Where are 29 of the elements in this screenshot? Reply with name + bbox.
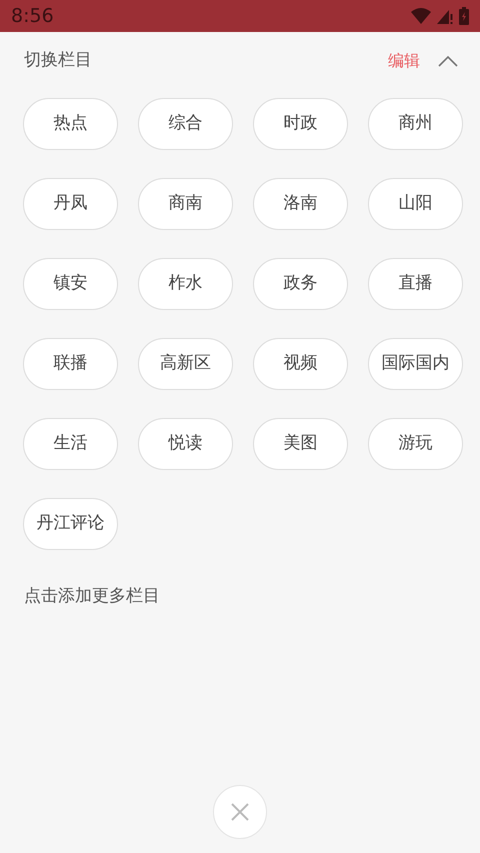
channel-chip[interactable]: 镇安 [23,258,118,310]
channel-chip[interactable]: 联播 [23,338,118,390]
channel-chip[interactable]: 直播 [368,258,463,310]
channel-chip[interactable]: 国际国内 [368,338,463,390]
channel-chip[interactable]: 洛南 [253,178,348,230]
channel-chip[interactable]: 丹江评论 [23,498,118,550]
battery-icon [459,7,469,25]
channel-chip[interactable]: 时政 [253,98,348,150]
close-icon [231,803,249,821]
channel-chip[interactable]: 美图 [253,418,348,470]
channel-chip[interactable]: 商州 [368,98,463,150]
channel-chip[interactable]: 综合 [138,98,233,150]
status-time: 8:56 [11,4,54,29]
collapse-icon[interactable] [438,55,458,67]
add-more-hint[interactable]: 点击添加更多栏目 [24,586,160,606]
channel-chip[interactable]: 高新区 [138,338,233,390]
wifi-icon [411,8,431,24]
channel-chip[interactable]: 山阳 [368,178,463,230]
channel-chip[interactable]: 游玩 [368,418,463,470]
channel-chip[interactable]: 柞水 [138,258,233,310]
signal-icon [437,8,453,24]
channel-chip[interactable]: 视频 [253,338,348,390]
channel-chip[interactable]: 商南 [138,178,233,230]
channel-chip[interactable]: 生活 [23,418,118,470]
channel-chip[interactable]: 丹凤 [23,178,118,230]
section-title: 切换栏目 [24,49,92,72]
channel-chip[interactable]: 悦读 [138,418,233,470]
channel-chip[interactable]: 热点 [23,98,118,150]
channel-chip[interactable]: 政务 [253,258,348,310]
